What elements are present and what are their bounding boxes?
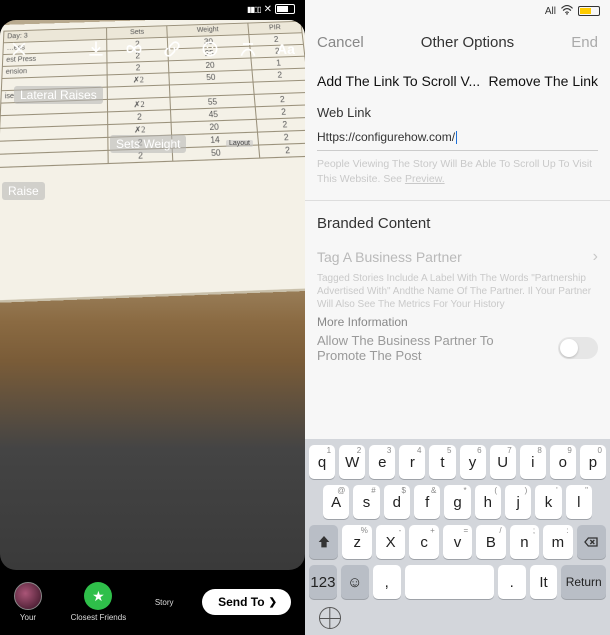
story-canvas[interactable]: Day: 3 Sets Weight PIR …ess2302 est Pres… <box>0 20 305 570</box>
chevron-right-icon: › <box>593 248 598 266</box>
key-v[interactable]: v= <box>443 525 472 559</box>
key-e[interactable]: e3 <box>369 445 395 479</box>
key-p[interactable]: p0 <box>580 445 606 479</box>
key-t[interactable]: t5 <box>429 445 455 479</box>
link-action-row: Add The Link To Scroll V... Remove The L… <box>305 69 610 99</box>
battery-icon <box>578 6 600 16</box>
key-u[interactable]: U7 <box>490 445 516 479</box>
tag-partner-row[interactable]: Tag A Business Partner › <box>305 242 610 270</box>
return-key[interactable]: Return <box>561 565 606 599</box>
avatar <box>14 582 42 610</box>
story-editor: Day: 3 Sets Weight PIR …ess2302 est Pres… <box>0 0 305 635</box>
options-panel: All Cancel Other Options End Add The Lin… <box>305 0 610 635</box>
sticker-icon[interactable] <box>199 38 221 60</box>
key-b[interactable]: B/ <box>476 525 505 559</box>
boomerang-icon[interactable] <box>123 38 145 60</box>
key-j[interactable]: j) <box>505 485 531 519</box>
key-r[interactable]: r4 <box>399 445 425 479</box>
key-f[interactable]: f& <box>414 485 440 519</box>
period-key[interactable]: . <box>498 565 526 599</box>
story-label: Story <box>155 598 174 607</box>
keyboard: q1W2e3r4t5y6U7i8o9p0 A@s#d$f&g*h(j)k'l" … <box>305 439 610 635</box>
key-k[interactable]: k' <box>535 485 561 519</box>
allow-promote-row: Allow The Business Partner To Promote Th… <box>305 333 610 369</box>
preview-link[interactable]: Preview. <box>405 173 445 185</box>
key-n[interactable]: n; <box>510 525 539 559</box>
key-d[interactable]: d$ <box>384 485 410 519</box>
link-hint: People Viewing The Story Will Be Able To… <box>305 153 610 193</box>
key-c[interactable]: c+ <box>409 525 438 559</box>
key-y[interactable]: y6 <box>460 445 486 479</box>
keyboard-row-3: z%X-c+v=B/n;m: <box>309 525 606 559</box>
url-input[interactable]: Https://configurehow.com/ <box>317 126 598 151</box>
key-w[interactable]: W2 <box>339 445 365 479</box>
backspace-key[interactable] <box>577 525 606 559</box>
key-z[interactable]: z% <box>342 525 371 559</box>
download-icon[interactable] <box>85 38 107 60</box>
key-o[interactable]: o9 <box>550 445 576 479</box>
page-title: Other Options <box>421 34 514 51</box>
draw-icon[interactable] <box>237 38 259 60</box>
nav-bar: Cancel Other Options End <box>305 20 610 69</box>
emoji-key[interactable]: ☺ <box>341 565 369 599</box>
remove-link-button[interactable]: Remove The Link <box>489 73 598 89</box>
comma-key[interactable]: , <box>373 565 401 599</box>
cellular-icon <box>247 4 261 15</box>
wifi-icon <box>560 5 574 18</box>
close-friends-button[interactable]: ★ Closest Friends <box>71 582 127 622</box>
battery-icon <box>275 4 295 14</box>
it-key[interactable]: It <box>530 565 558 599</box>
add-link-button[interactable]: Add The Link To Scroll V... <box>317 73 480 89</box>
end-button[interactable]: End <box>571 34 598 51</box>
key-q[interactable]: q1 <box>309 445 335 479</box>
key-l[interactable]: l" <box>566 485 592 519</box>
shift-key[interactable] <box>309 525 338 559</box>
allow-promote-toggle[interactable] <box>558 337 598 359</box>
globe-icon[interactable] <box>319 607 341 629</box>
text-tag-lateral-raises[interactable]: Lateral Raises <box>14 86 103 104</box>
keyboard-row-2: A@s#d$f&g*h(j)k'l" <box>309 485 606 519</box>
status-bar-right: All <box>305 0 610 20</box>
cancel-button[interactable]: Cancel <box>317 34 364 51</box>
link-icon[interactable] <box>161 38 183 60</box>
star-icon: ★ <box>84 582 112 610</box>
key-m[interactable]: m: <box>543 525 572 559</box>
key-h[interactable]: h( <box>475 485 501 519</box>
numbers-key[interactable]: 123 <box>309 565 337 599</box>
partner-hint: Tagged Stories Include A Label With The … <box>305 270 610 313</box>
your-story-button[interactable]: Your <box>14 582 42 622</box>
story-toolbar: Aa <box>8 38 297 60</box>
text-tag-layout[interactable]: Layout <box>226 140 253 147</box>
send-to-button[interactable]: Send To ❯ <box>202 589 291 615</box>
more-info-link[interactable]: More Information <box>305 313 610 333</box>
key-x[interactable]: X- <box>376 525 405 559</box>
status-bar-left <box>247 0 305 18</box>
text-tag-raise[interactable]: Raise <box>2 182 45 200</box>
story-bottom-bar: Your ★ Closest Friends Story Send To ❯ <box>0 575 305 635</box>
keyboard-row-1: q1W2e3r4t5y6U7i8o9p0 <box>309 445 606 479</box>
key-s[interactable]: s# <box>353 485 379 519</box>
keyboard-row-4: 123 ☺ , . It Return <box>309 565 606 599</box>
key-i[interactable]: i8 <box>520 445 546 479</box>
close-icon[interactable] <box>8 38 30 60</box>
chevron-right-icon: ❯ <box>269 597 277 608</box>
text-icon[interactable]: Aa <box>275 38 297 60</box>
wifi-off-icon <box>264 4 272 15</box>
text-cursor <box>456 131 457 144</box>
text-tag-sets-weight[interactable]: Sets Weight <box>110 135 186 153</box>
key-a[interactable]: A@ <box>323 485 349 519</box>
web-link-label: Web Link <box>305 99 610 122</box>
key-g[interactable]: g* <box>444 485 470 519</box>
workout-sheet: Day: 3 Sets Weight PIR …ess2302 est Pres… <box>0 20 305 303</box>
space-key[interactable] <box>405 565 494 599</box>
branded-content-heading: Branded Content <box>305 201 610 242</box>
